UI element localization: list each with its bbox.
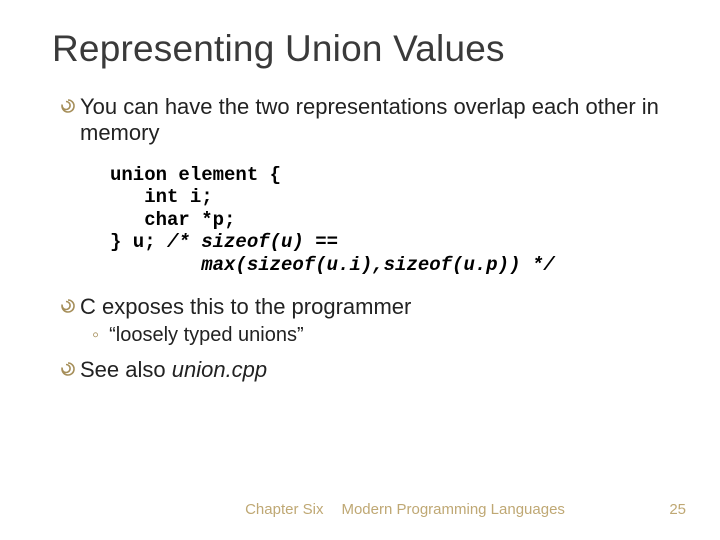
sub-bullet-text: “loosely typed unions” — [109, 324, 304, 347]
swirl-bullet-icon — [60, 361, 76, 377]
footer-center: Chapter Six Modern Programming Languages — [245, 501, 565, 518]
code-line-1: union element { — [110, 164, 281, 186]
swirl-bullet-icon — [60, 98, 76, 114]
see-also-filename: union.cpp — [172, 357, 267, 382]
bullet-text-3: See also union.cpp — [80, 357, 267, 383]
code-block: union element { int i; char *p; } u; /* … — [110, 164, 680, 276]
code-comment-1: /* sizeof(u) == — [167, 231, 338, 253]
circle-bullet-icon: ◦ — [92, 324, 99, 347]
slide-title: Representing Union Values — [52, 28, 680, 70]
footer: Chapter Six Modern Programming Languages — [0, 501, 720, 518]
bullet-item-1: You can have the two representations ove… — [52, 94, 680, 146]
footer-book: Modern Programming Languages — [341, 501, 564, 518]
slide: Representing Union Values You can have t… — [0, 0, 720, 540]
code-comment-2: max(sizeof(u.i),sizeof(u.p)) */ — [110, 254, 555, 276]
page-number: 25 — [669, 501, 686, 518]
code-line-4a: } u; — [110, 231, 167, 253]
swirl-bullet-icon — [60, 298, 76, 314]
see-also-label: See also — [80, 357, 172, 382]
bullet-text-2: C exposes this to the programmer — [80, 294, 411, 320]
footer-chapter: Chapter Six — [245, 501, 323, 518]
code-line-2: int i; — [110, 186, 213, 208]
bullet-text-1: You can have the two representations ove… — [80, 94, 680, 146]
bullet-item-2: C exposes this to the programmer — [52, 294, 680, 320]
bullet-item-3: See also union.cpp — [52, 357, 680, 383]
sub-bullet-item: ◦ “loosely typed unions” — [52, 324, 680, 347]
code-line-3: char *p; — [110, 209, 235, 231]
